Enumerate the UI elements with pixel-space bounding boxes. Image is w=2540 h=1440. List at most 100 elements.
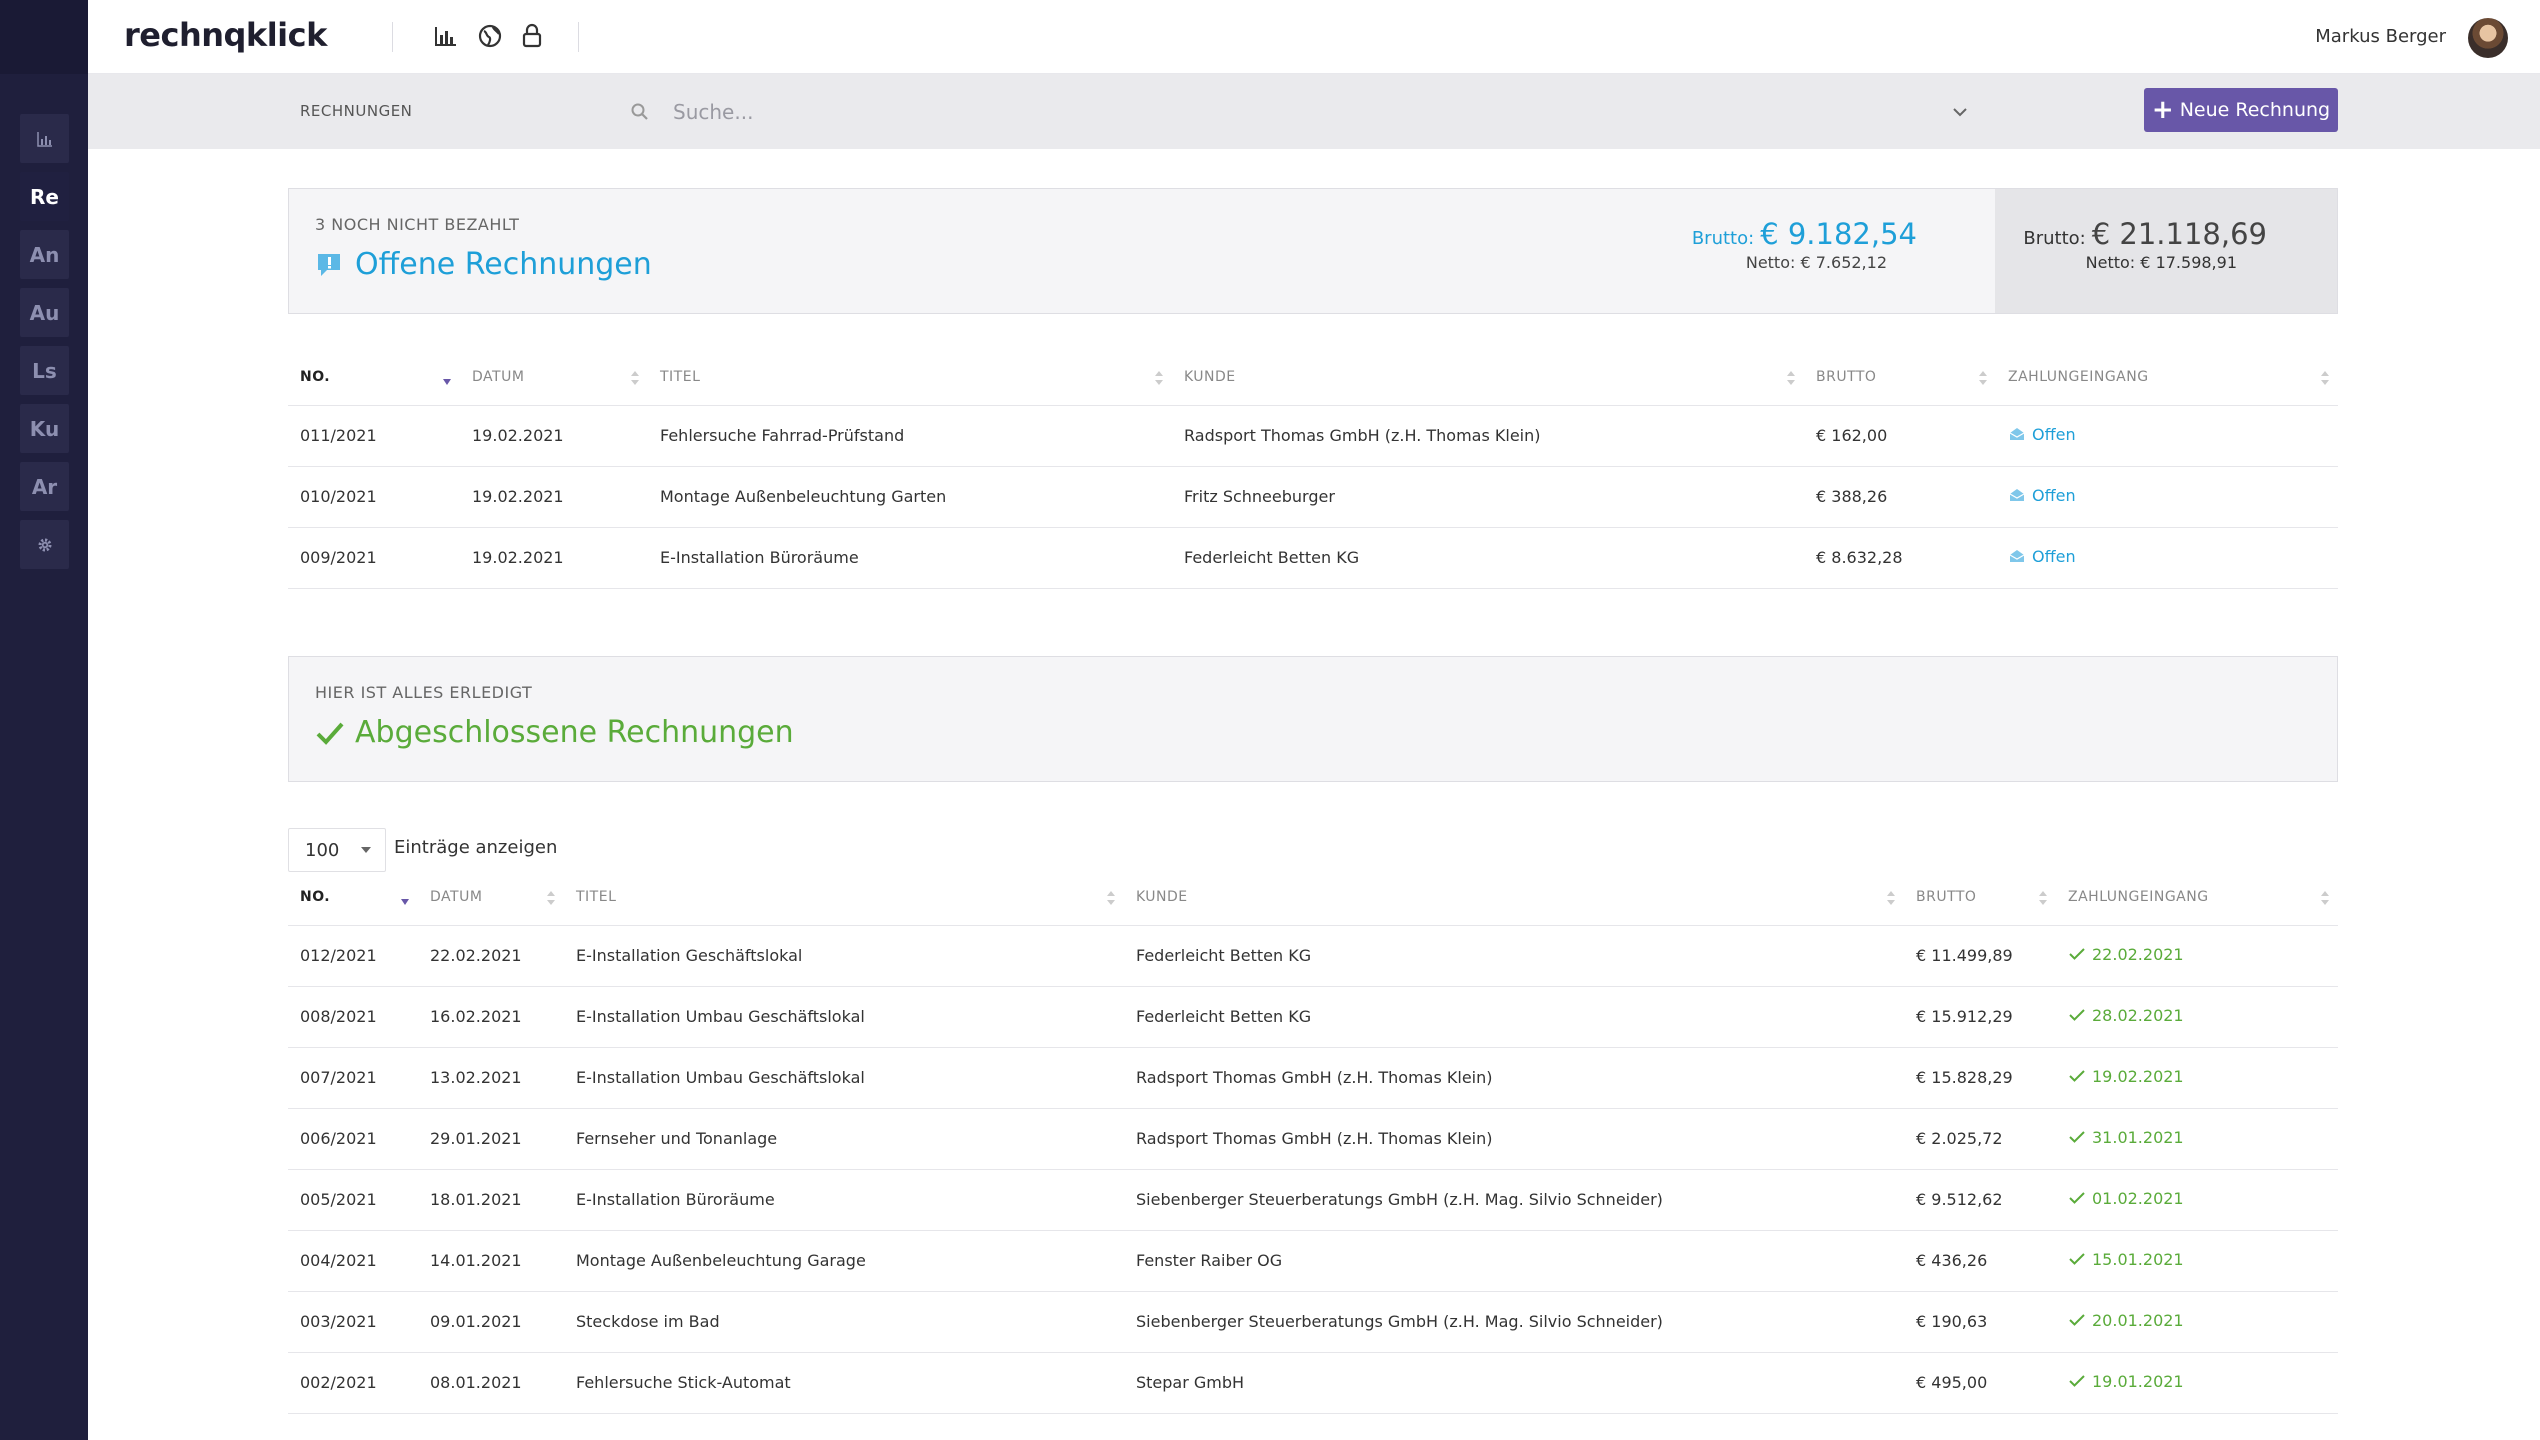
gross-amount: € 9.512,62 [1904,1169,2056,1231]
table-row[interactable]: 009/2021 19.02.2021 E-Installation Büroräu… [288,527,2338,589]
invoice-date: 18.01.2021 [418,1169,564,1231]
gross-amount: € 15.828,29 [1904,1047,2056,1109]
table-row[interactable]: 007/2021 13.02.2021 E-Installation Umbau G… [288,1047,2338,1109]
globe-icon[interactable] [476,22,504,50]
column-header-brutto[interactable]: BRUTTO [1804,349,1996,406]
sort-icon [1155,371,1163,385]
open-netto: Netto: € 7.652,12 [1692,253,1887,272]
customer-name: Radsport Thomas GmbH (z.H. Thomas Klein) [1124,1108,1904,1170]
column-header-titel[interactable]: TITEL [564,869,1124,926]
invoice-number: 008/2021 [288,986,418,1048]
avatar[interactable] [2468,18,2508,58]
column-header-datum[interactable]: DATUM [460,349,648,406]
chart-icon[interactable] [432,22,460,50]
open-netto-label: Netto: [1745,253,1796,272]
column-header-kunde[interactable]: KUNDE [1124,869,1904,926]
column-header-titel[interactable]: TITEL [648,349,1172,406]
page-length-select[interactable]: 100 [288,828,386,872]
table-row[interactable]: 004/2021 14.01.2021 Montage Außenbeleuchtu… [288,1230,2338,1292]
total-netto-label: Netto: [2085,253,2136,272]
status-open: Offen [2008,547,2076,566]
gross-amount: € 495,00 [1904,1352,2056,1414]
payment-status-text: 22.02.2021 [2092,944,2184,964]
total-netto-value: € 17.598,91 [2140,253,2237,272]
customer-name: Fenster Raiber OG [1124,1230,1904,1292]
column-header-datum[interactable]: DATUM [418,869,564,926]
sidebar-item-artikel[interactable]: Ar [20,462,69,511]
sidebar-item-settings[interactable] [20,520,69,569]
search-input[interactable] [673,94,1993,130]
status-paid: 15.01.2021 [2068,1250,2184,1269]
open-brutto-value: € 9.182,54 [1760,217,1917,251]
lock-icon[interactable] [518,22,546,50]
payment-status: 20.01.2021 [2056,1291,2338,1353]
table-row[interactable]: 003/2021 09.01.2021 Steckdose im Bad Sieben… [288,1291,2338,1353]
gross-amount: € 190,63 [1904,1291,2056,1353]
table-row[interactable]: 012/2021 22.02.2021 E-Installation Geschäf… [288,925,2338,987]
invoice-number: 012/2021 [288,925,418,987]
status-paid: 19.02.2021 [2068,1067,2184,1086]
search-icon [631,103,648,120]
column-header-kunde[interactable]: KUNDE [1172,349,1804,406]
table-row[interactable]: 005/2021 18.01.2021 E-Installation Büroräu… [288,1169,2338,1231]
column-header-zahlungeingang[interactable]: ZAHLUNGEINGANG [2056,869,2338,926]
table-header-row: NO. DATUM TITEL KUNDE BRUTTO ZAHLUNGEING… [288,869,2338,926]
customer-name: Stepar GmbH [1124,1352,1904,1414]
checkmark-icon [2069,948,2085,961]
invoice-number: 010/2021 [288,466,460,528]
payment-status: Offen [1996,466,2338,528]
table-row[interactable]: 008/2021 16.02.2021 E-Installation Umbau G… [288,986,2338,1048]
sort-icon [631,371,639,385]
closed-invoices-panel: HIER IST ALLES ERLEDIGT Abgeschlossene R… [288,656,2338,782]
column-header-zahlungeingang[interactable]: ZAHLUNGEINGANG [1996,349,2338,406]
status-open: Offen [2008,425,2076,444]
gross-amount: € 2.025,72 [1904,1108,2056,1170]
sidebar-item-angebote[interactable]: An [20,230,69,279]
sort-icon [1979,371,1987,385]
open-netto-value: € 7.652,12 [1800,253,1887,272]
open-invoices-panel: 3 NOCH NICHT BEZAHLT Offene Rechnungen B… [288,188,2338,314]
closed-invoices-body: 012/2021 22.02.2021 E-Installation Geschäf… [288,925,2338,1414]
breadcrumb: RECHNUNGEN [300,102,413,120]
sort-icon [547,891,555,905]
invoice-number: 005/2021 [288,1169,418,1231]
sidebar-top [0,0,88,74]
gear-icon [38,538,51,551]
customer-name: Radsport Thomas GmbH (z.H. Thomas Klein) [1124,1047,1904,1109]
sidebar-item-lieferscheine[interactable]: Ls [20,346,69,395]
user-name[interactable]: Markus Berger [2315,26,2446,47]
column-header-brutto[interactable]: BRUTTO [1904,869,2056,926]
checkmark-icon [2069,1070,2085,1083]
column-header-no[interactable]: NO. [288,349,460,406]
table-row[interactable]: 006/2021 29.01.2021 Fernseher und Tonanlag… [288,1108,2338,1170]
invoice-number: 003/2021 [288,1291,418,1353]
closed-invoices-eyebrow: HIER IST ALLES ERLEDIGT [315,683,533,702]
table-row[interactable]: 011/2021 19.02.2021 Fehlersuche Fahrrad-Pr… [288,405,2338,467]
total-brutto: Brutto: € 21.118,69 [2023,217,2267,251]
sidebar-item-rechnungen[interactable]: Re [20,172,69,221]
payment-status-text: Offen [2032,485,2076,505]
sidebar-item-auftraege[interactable]: Au [20,288,69,337]
table-row[interactable]: 002/2021 08.01.2021 Fehlersuche Stick-Auto… [288,1352,2338,1414]
open-brutto-label: Brutto: [1691,228,1755,249]
checkmark-icon [2069,1131,2085,1144]
open-brutto: Brutto: € 9.182,54 [1692,217,1917,251]
payment-status: 31.01.2021 [2056,1108,2338,1170]
invoice-date: 16.02.2021 [418,986,564,1048]
column-header-no[interactable]: NO. [288,869,418,926]
app-logo[interactable]: rechnqklick [124,16,327,54]
invoice-title: E-Installation Büroräume [564,1169,1124,1231]
invoice-date: 22.02.2021 [418,925,564,987]
customer-name: Siebenberger Steuerberatungs GmbH (z.H. … [1124,1291,1904,1353]
top-header: rechnqklick Markus Berger [88,0,2540,74]
sidebar-item-kunden[interactable]: Ku [20,404,69,453]
payment-status: 19.02.2021 [2056,1047,2338,1109]
open-invoices-title-text: Offene Rechnungen [355,247,652,282]
table-row[interactable]: 010/2021 19.02.2021 Montage Außenbeleuchtu… [288,466,2338,528]
chevron-down-icon[interactable] [1950,102,1970,122]
sort-desc-icon [443,379,451,385]
sidebar-item-dashboard[interactable] [20,114,69,163]
sort-icon [1887,891,1895,905]
payment-status: Offen [1996,527,2338,589]
new-invoice-button[interactable]: + Neue Rechnung [2144,88,2338,132]
